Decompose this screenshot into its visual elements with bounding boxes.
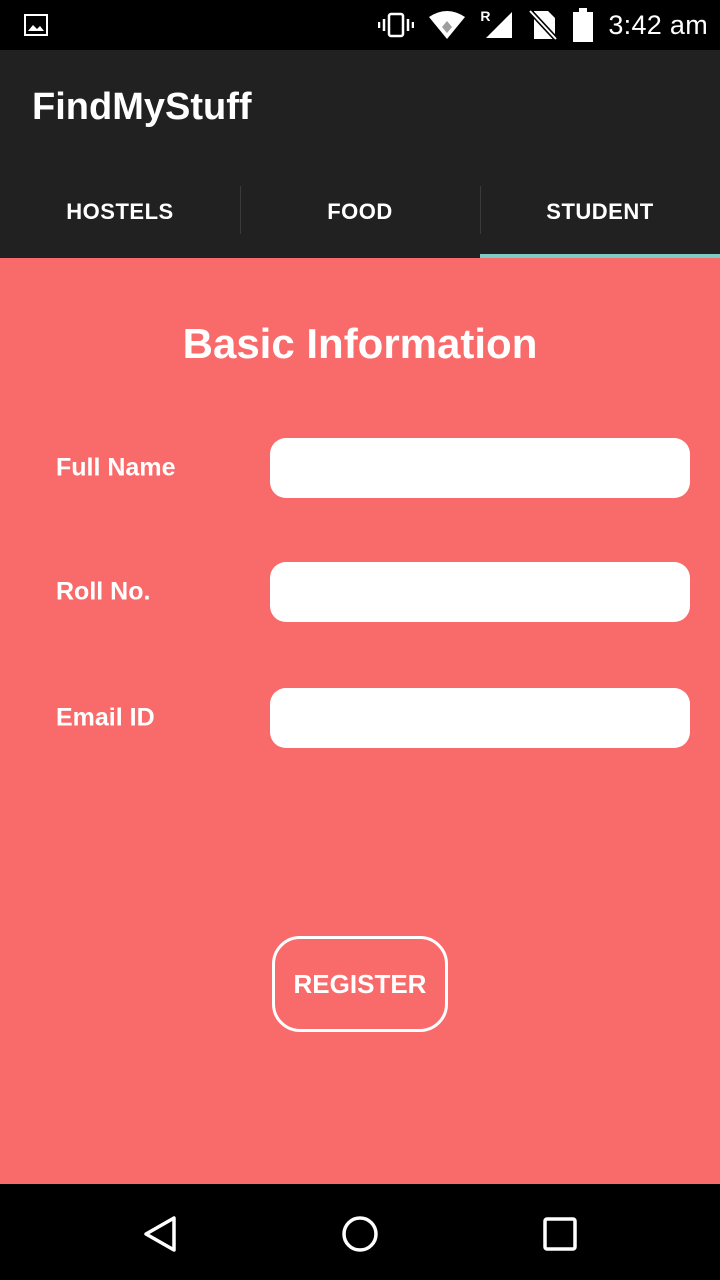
status-bar: R 3:42 am: [0, 0, 720, 50]
tab-hostels[interactable]: HOSTELS: [0, 166, 240, 258]
back-button[interactable]: [136, 1210, 184, 1258]
app-title: FindMyStuff: [32, 86, 252, 128]
signal-roaming-icon: R: [480, 8, 514, 40]
form-title: Basic Information: [182, 320, 538, 367]
full-name-input[interactable]: [270, 438, 690, 498]
registration-form: Basic Information Full Name Roll No. Ema…: [0, 258, 720, 1184]
roll-no-label: Roll No.: [56, 577, 151, 606]
email-id-row: Email ID: [0, 688, 720, 748]
email-id-label: Email ID: [56, 703, 155, 732]
full-name-label: Full Name: [56, 453, 176, 482]
tab-food[interactable]: FOOD: [240, 166, 480, 258]
recents-button[interactable]: [536, 1210, 584, 1258]
register-button[interactable]: REGISTER: [272, 936, 448, 1032]
vibrate-icon: [378, 12, 415, 38]
wifi-icon: [429, 11, 466, 39]
tab-bar: HOSTELS FOOD STUDENT: [0, 166, 720, 258]
tab-student[interactable]: STUDENT: [480, 166, 720, 258]
full-name-row: Full Name: [0, 438, 720, 498]
status-time: 3:42 am: [608, 9, 708, 40]
battery-icon: [573, 8, 594, 42]
app-bar: FindMyStuff: [0, 50, 720, 166]
recents-icon: [543, 1217, 577, 1251]
back-icon: [144, 1216, 176, 1252]
home-button[interactable]: [336, 1210, 384, 1258]
roll-no-input[interactable]: [270, 562, 690, 622]
email-id-input[interactable]: [270, 688, 690, 748]
image-notification-icon: [24, 14, 48, 36]
roll-no-row: Roll No.: [0, 562, 720, 622]
navigation-bar: [0, 1184, 720, 1280]
home-icon: [342, 1216, 378, 1252]
no-sim-icon: [528, 9, 559, 41]
